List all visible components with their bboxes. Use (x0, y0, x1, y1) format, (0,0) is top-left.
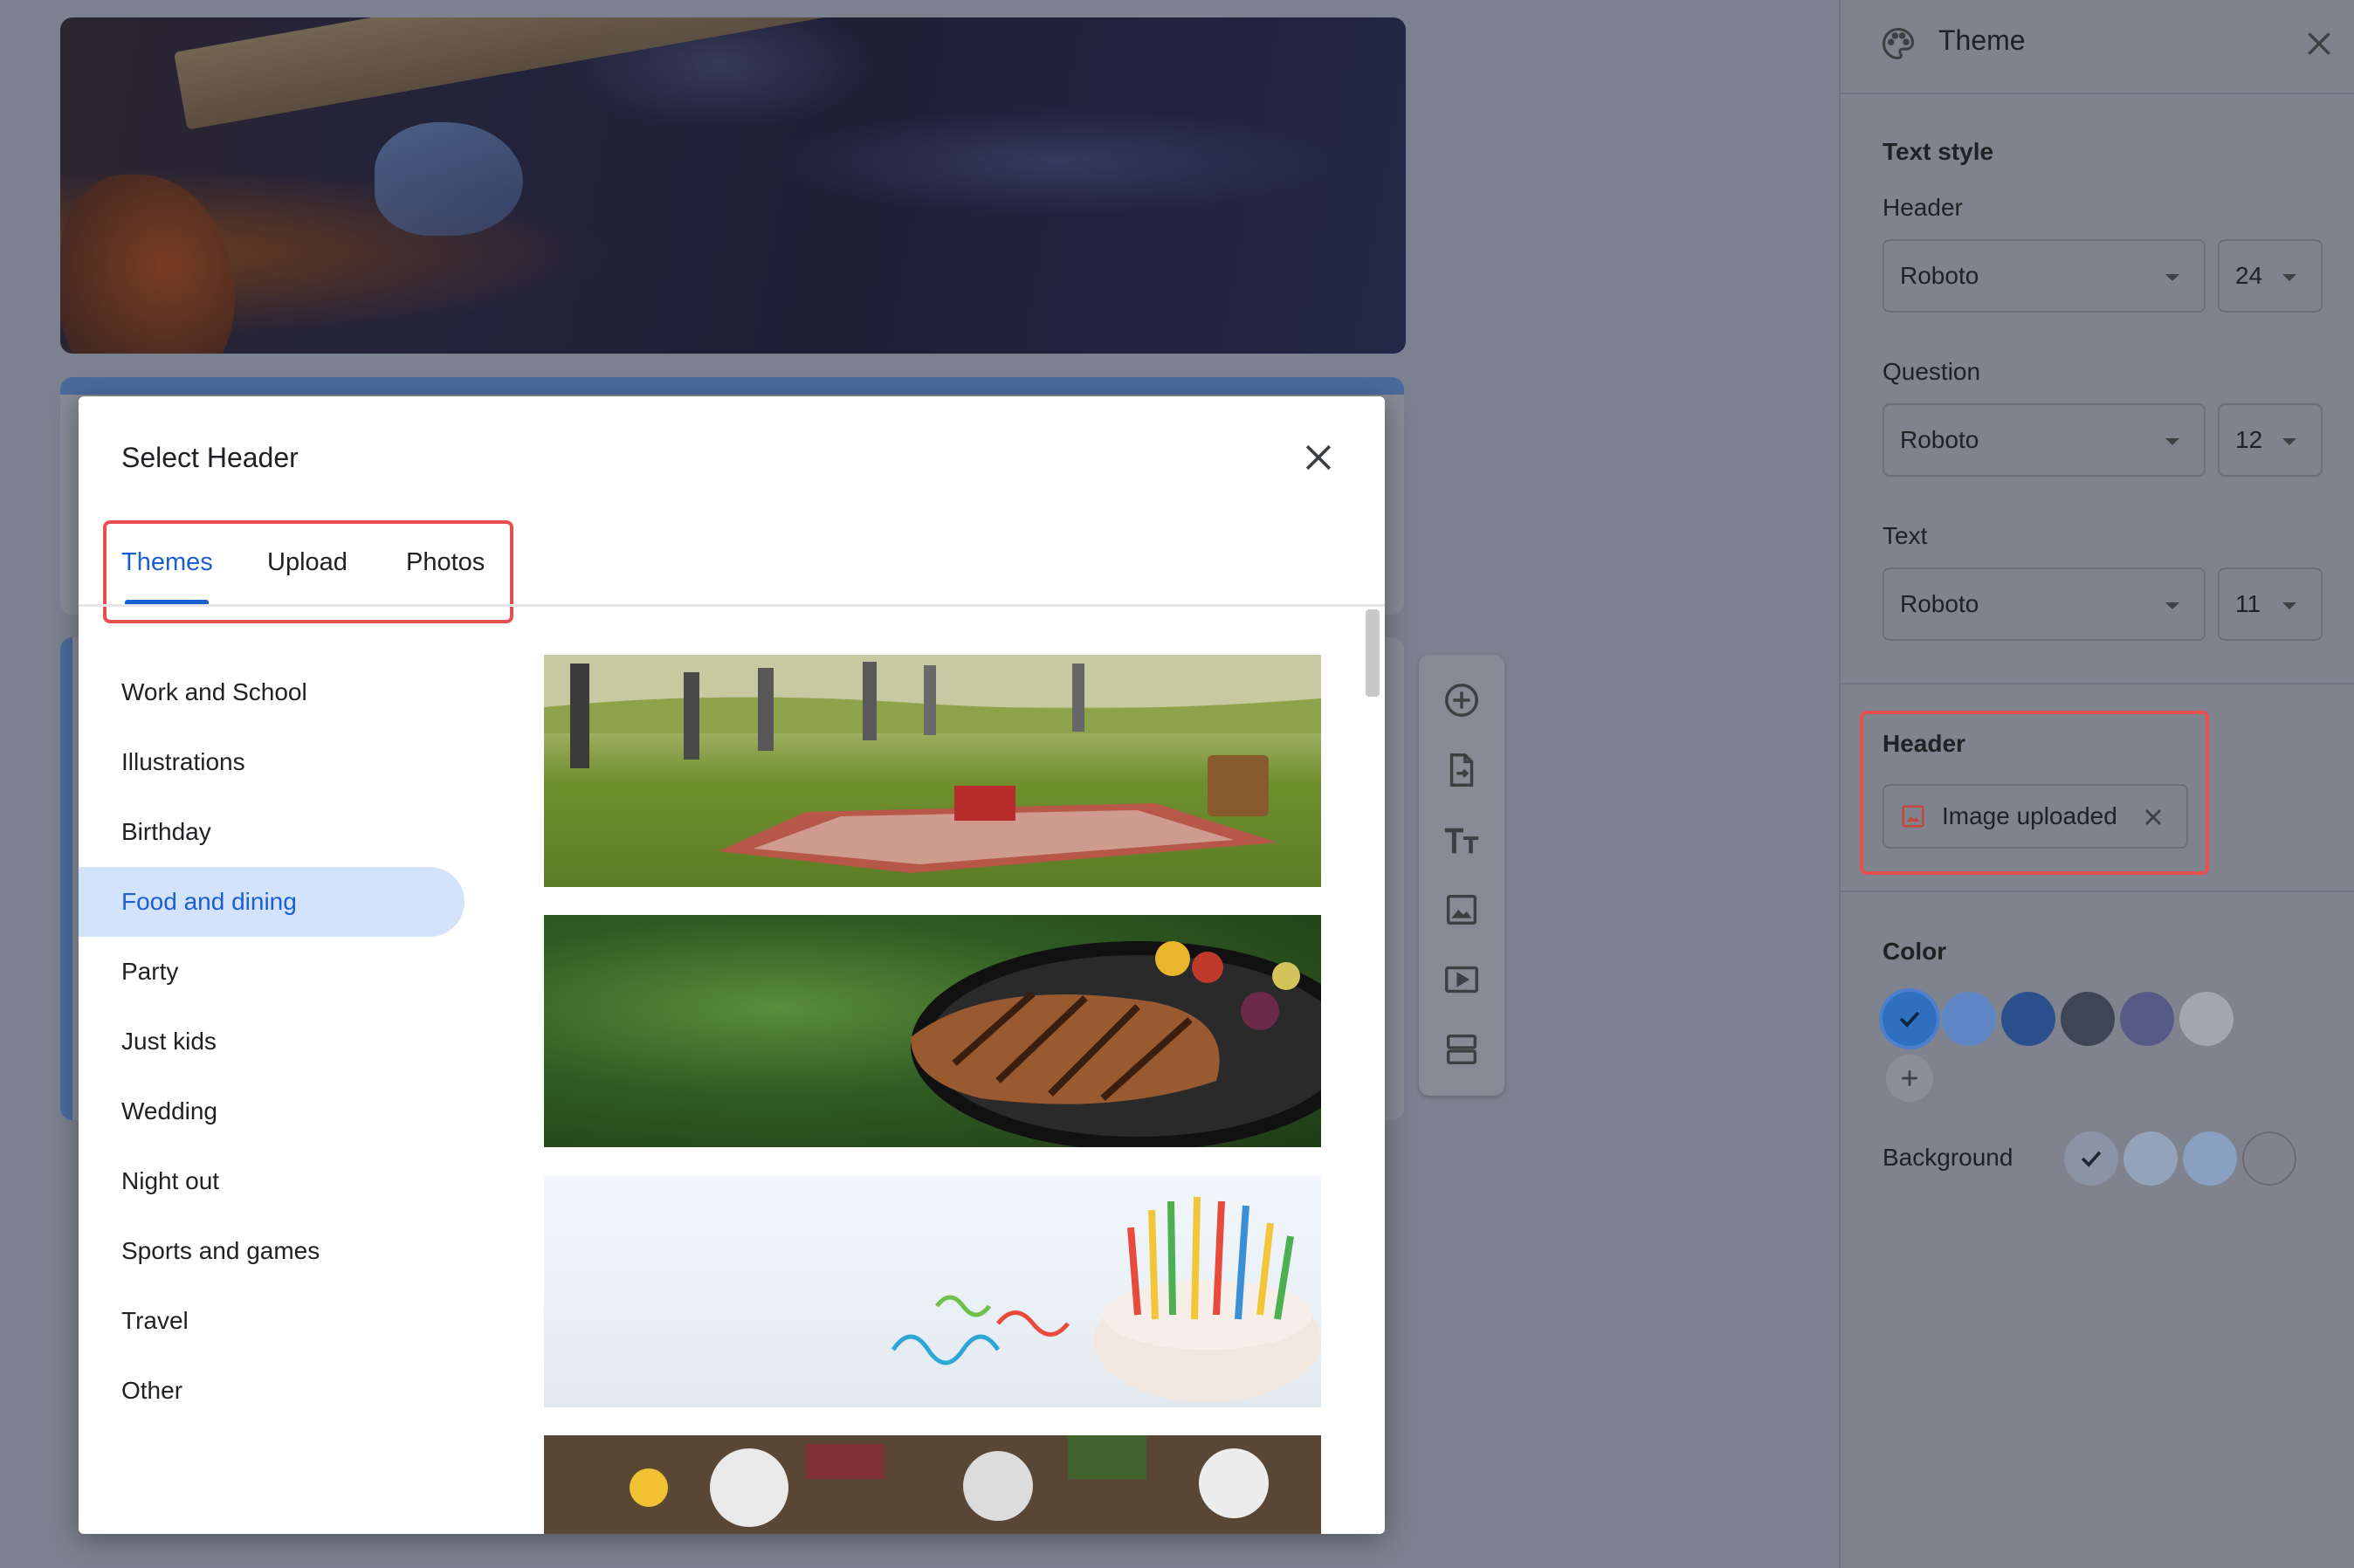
form-header-image (60, 17, 1406, 354)
panel-divider (1841, 891, 2354, 892)
check-icon (1899, 1011, 1920, 1028)
color-swatch[interactable] (2001, 992, 2055, 1046)
section-icon (1446, 1034, 1477, 1065)
hand-shape (375, 122, 523, 236)
add-circle-icon (1445, 684, 1478, 717)
cake-image (891, 1196, 1321, 1402)
category-item[interactable]: Travel (121, 1286, 189, 1356)
text-font-select[interactable]: Roboto (1883, 567, 2206, 641)
panel-divider (1841, 683, 2354, 684)
background-swatch[interactable] (2183, 1131, 2237, 1186)
dropdown-arrow-icon (2165, 274, 2179, 281)
add-question-button[interactable] (1435, 674, 1488, 726)
text-style-label: Text style (1883, 138, 1994, 165)
text-font-value: Roboto (1900, 590, 1979, 617)
color-swatch[interactable] (1942, 992, 1996, 1046)
background-swatch[interactable] (2123, 1131, 2178, 1186)
dropdown-arrow-icon (2282, 602, 2296, 609)
add-custom-color-button[interactable] (1886, 1055, 1933, 1102)
category-item[interactable]: Sports and games (121, 1216, 320, 1286)
thumbnail-scrollbar[interactable] (1366, 609, 1380, 697)
dropdown-arrow-icon (2165, 438, 2179, 445)
add-section-button[interactable] (1435, 1023, 1488, 1076)
category-item[interactable]: Just kids (121, 1007, 217, 1076)
header-size-select[interactable]: 24 (2218, 239, 2323, 313)
color-swatch[interactable] (2061, 992, 2115, 1046)
image-icon (1902, 805, 1924, 828)
header-size-value: 24 (2235, 262, 2263, 289)
import-questions-button[interactable] (1435, 744, 1488, 796)
category-item[interactable]: Other (121, 1356, 182, 1426)
color-swatch[interactable] (1883, 992, 1937, 1046)
image-icon (1446, 894, 1477, 925)
question-font-select[interactable]: Roboto (1883, 403, 2206, 477)
color-swatches (1883, 992, 2234, 1046)
color-swatch[interactable] (2179, 992, 2234, 1046)
theme-thumbnail-picnic[interactable] (544, 655, 1321, 887)
background-swatches (2064, 1131, 2296, 1186)
category-item[interactable]: Party (121, 937, 178, 1007)
title-text-icon (1444, 828, 1479, 854)
text-size-value: 11 (2235, 590, 2261, 617)
category-item[interactable]: Night out (121, 1146, 219, 1216)
header-font-label: Header (1883, 194, 1963, 221)
theme-thumbnail-grill[interactable] (544, 915, 1321, 1147)
video-icon (1445, 966, 1478, 994)
question-font-value: Roboto (1900, 426, 1979, 453)
tab-upload[interactable]: Upload (267, 548, 348, 577)
theme-panel: Theme Text style Header Roboto 24 Questi… (1839, 0, 2354, 1568)
category-item-selected[interactable]: Food and dining (121, 867, 297, 937)
guitar-neck-shape (174, 17, 988, 130)
image-uploaded-chip[interactable]: Image uploaded (1883, 784, 2188, 849)
picnic-image (544, 655, 1321, 873)
question-size-select[interactable]: 12 (2218, 403, 2323, 477)
category-item[interactable]: Wedding (121, 1076, 217, 1146)
check-icon (2081, 1151, 2102, 1167)
dropdown-arrow-icon (2165, 602, 2179, 609)
text-font-label: Text (1883, 522, 1928, 549)
dinner-table-image (544, 1435, 1321, 1534)
tab-themes[interactable]: Themes (121, 548, 213, 577)
background-swatch[interactable] (2242, 1131, 2296, 1186)
close-icon[interactable] (1299, 438, 1338, 477)
plus-icon (1902, 1070, 1917, 1086)
question-font-label: Question (1883, 358, 1981, 385)
floating-toolbar (1419, 655, 1504, 1096)
theme-thumbnail-birthday-cake[interactable] (544, 1175, 1321, 1407)
tab-photos[interactable]: Photos (406, 548, 485, 577)
dropdown-arrow-icon (2282, 438, 2296, 445)
chip-label: Image uploaded (1942, 802, 2117, 829)
add-title-button[interactable] (1435, 814, 1488, 866)
close-panel-icon[interactable] (2302, 26, 2337, 61)
category-item[interactable]: Work and School (121, 657, 307, 727)
text-size-select[interactable]: 11 (2218, 567, 2323, 641)
header-section-label: Header (1883, 730, 1965, 757)
background-swatch[interactable] (2064, 1131, 2118, 1186)
header-font-value: Roboto (1900, 262, 1979, 289)
background-section-label: Background (1883, 1144, 2013, 1171)
remove-image-icon[interactable] (2139, 803, 2167, 831)
tabs-divider (79, 604, 1385, 607)
guitar-body-shape (60, 175, 235, 354)
question-size-value: 12 (2235, 426, 2263, 453)
color-section-label: Color (1883, 938, 1947, 965)
category-item[interactable]: Birthday (121, 797, 211, 867)
theme-thumbnail-dinner-table[interactable] (544, 1435, 1321, 1534)
grill-image (911, 941, 1321, 1147)
category-item[interactable]: Illustrations (121, 727, 245, 797)
add-video-button[interactable] (1435, 953, 1488, 1006)
palette-icon (1882, 27, 1915, 60)
header-font-select[interactable]: Roboto (1883, 239, 2206, 313)
add-image-button[interactable] (1435, 884, 1488, 936)
dropdown-arrow-icon (2282, 274, 2296, 281)
select-header-dialog: Select Header Themes Upload Photos Work … (79, 396, 1385, 1534)
dialog-title: Select Header (121, 442, 299, 473)
color-swatch[interactable] (2120, 992, 2174, 1046)
import-icon (1449, 753, 1474, 787)
panel-title: Theme (1938, 24, 2026, 56)
panel-divider (1841, 93, 2354, 94)
